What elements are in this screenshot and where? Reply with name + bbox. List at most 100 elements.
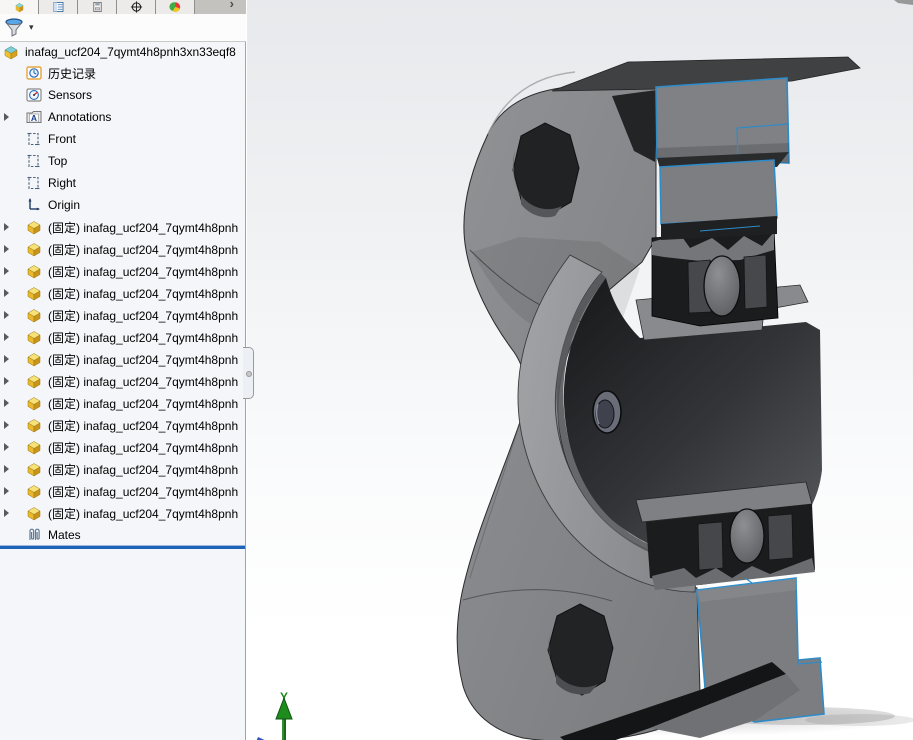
panel-tab-bar: › <box>0 0 246 14</box>
featuremanager-tree-icon <box>13 1 26 13</box>
tree-item-component[interactable]: (固定) inafag_ucf204_7qymt4h8pnh <box>0 282 245 304</box>
tree-item-origin[interactable]: Origin <box>0 194 245 216</box>
tree-item-plane-front[interactable]: Front <box>0 128 245 150</box>
tab-dimxpert-manager[interactable] <box>117 0 156 14</box>
sensors-label: Sensors <box>48 88 92 102</box>
bearing-section-top[interactable] <box>652 229 778 326</box>
component-label: (固定) inafag_ucf204_7qymt4h8pnh <box>48 439 238 456</box>
origin-icon <box>26 197 42 213</box>
expand-arrow-icon[interactable] <box>4 399 9 407</box>
tree-item-component[interactable]: (固定) inafag_ucf204_7qymt4h8pnh <box>0 370 245 392</box>
tree-item-sensors[interactable]: Sensors <box>0 84 245 106</box>
filter-dropdown-caret[interactable]: ▾ <box>29 22 34 33</box>
tab-featuremanager-tree[interactable] <box>0 0 39 14</box>
part-icon <box>26 483 42 499</box>
component-label: (固定) inafag_ucf204_7qymt4h8pnh <box>48 241 238 258</box>
tree-item-history[interactable]: 历史记录 <box>0 62 245 84</box>
expand-arrow-icon[interactable] <box>4 333 9 341</box>
tree-item-component[interactable]: (固定) inafag_ucf204_7qymt4h8pnh <box>0 216 245 238</box>
plane-right-label: Right <box>48 176 76 190</box>
expand-arrow-icon[interactable] <box>4 443 9 451</box>
expand-arrow-icon[interactable] <box>4 377 9 385</box>
tab-bar-filler <box>195 0 246 14</box>
tree-item-component[interactable]: (固定) inafag_ucf204_7qymt4h8pnh <box>0 414 245 436</box>
bearing-section-bottom[interactable] <box>636 482 815 590</box>
expand-arrow-icon[interactable] <box>4 311 9 319</box>
part-icon <box>26 439 42 455</box>
expand-arrow-icon[interactable] <box>4 113 9 121</box>
graphics-viewport[interactable]: Y <box>247 0 913 740</box>
tree-item-component[interactable]: (固定) inafag_ucf204_7qymt4h8pnh <box>0 480 245 502</box>
annotations-folder-icon: A <box>26 109 42 125</box>
tree-item-annotations[interactable]: A Annotations <box>0 106 245 128</box>
component-label: (固定) inafag_ucf204_7qymt4h8pnh <box>48 219 238 236</box>
display-manager-icon <box>169 1 182 13</box>
expand-arrow-icon[interactable] <box>4 245 9 253</box>
tree-item-plane-right[interactable]: Right <box>0 172 245 194</box>
origin-label: Origin <box>48 198 80 212</box>
tree-root-assembly[interactable]: inafag_ucf204_7qymt4h8pnh3xn33eqf8 <box>0 42 245 62</box>
part-icon <box>26 329 42 345</box>
sensors-icon <box>26 87 42 103</box>
expand-arrow-icon[interactable] <box>4 223 9 231</box>
expand-arrow-icon[interactable] <box>4 267 9 275</box>
expand-arrow-icon[interactable] <box>4 509 9 517</box>
part-icon <box>26 417 42 433</box>
setscrew-hole[interactable] <box>593 391 621 433</box>
model-canvas[interactable]: Y <box>247 0 913 740</box>
part-icon <box>26 351 42 367</box>
tree-item-plane-top[interactable]: Top <box>0 150 245 172</box>
component-label: (固定) inafag_ucf204_7qymt4h8pnh <box>48 505 238 522</box>
tab-display-manager[interactable] <box>156 0 195 14</box>
tree-item-component[interactable]: (固定) inafag_ucf204_7qymt4h8pnh <box>0 326 245 348</box>
part-icon <box>26 241 42 257</box>
property-manager-icon <box>52 1 65 13</box>
tree-item-component[interactable]: (固定) inafag_ucf204_7qymt4h8pnh <box>0 502 245 524</box>
component-label: (固定) inafag_ucf204_7qymt4h8pnh <box>48 373 238 390</box>
configuration-manager-icon <box>91 1 104 13</box>
orientation-triad: Y <box>256 690 292 740</box>
tab-configuration-manager[interactable] <box>78 0 117 14</box>
expand-arrow-icon[interactable] <box>4 289 9 297</box>
expand-arrow-icon[interactable] <box>4 421 9 429</box>
top-bolt-hole[interactable] <box>513 123 579 217</box>
panel-splitter-handle[interactable] <box>243 347 254 399</box>
plane-icon <box>26 153 42 169</box>
part-icon <box>26 505 42 521</box>
tree-item-component[interactable]: (固定) inafag_ucf204_7qymt4h8pnh <box>0 304 245 326</box>
part-icon <box>26 373 42 389</box>
feature-tree: inafag_ucf204_7qymt4h8pnh3xn33eqf8 历史记录 … <box>0 42 245 546</box>
plane-top-label: Top <box>48 154 67 168</box>
component-label: (固定) inafag_ucf204_7qymt4h8pnh <box>48 417 238 434</box>
part-icon <box>26 263 42 279</box>
tree-item-component[interactable]: (固定) inafag_ucf204_7qymt4h8pnh <box>0 458 245 480</box>
splitter-dot <box>246 371 252 377</box>
panel-flyout-chevron[interactable]: › <box>230 0 234 11</box>
part-icon <box>26 395 42 411</box>
filter-funnel-icon[interactable] <box>4 17 26 39</box>
part-icon <box>26 461 42 477</box>
part-icon <box>26 219 42 235</box>
featuremanager-panel: › ▾ inafag_ucf204_7qymt4h8pnh3xn33eqf8 <box>0 0 246 740</box>
rollback-bar[interactable] <box>0 546 245 549</box>
mates-paperclip-icon <box>26 527 42 543</box>
component-label: (固定) inafag_ucf204_7qymt4h8pnh <box>48 285 238 302</box>
tree-item-mates[interactable]: Mates <box>0 524 245 546</box>
tree-item-component[interactable]: (固定) inafag_ucf204_7qymt4h8pnh <box>0 238 245 260</box>
history-label: 历史记录 <box>48 65 96 82</box>
expand-arrow-icon[interactable] <box>4 465 9 473</box>
tree-filter-bar: ▾ <box>0 14 246 42</box>
section-face-top[interactable] <box>656 78 789 240</box>
tree-item-component[interactable]: (固定) inafag_ucf204_7qymt4h8pnh <box>0 348 245 370</box>
expand-arrow-icon[interactable] <box>4 487 9 495</box>
tab-property-manager[interactable] <box>39 0 78 14</box>
tree-item-component[interactable]: (固定) inafag_ucf204_7qymt4h8pnh <box>0 260 245 282</box>
tree-item-component[interactable]: (固定) inafag_ucf204_7qymt4h8pnh <box>0 436 245 458</box>
plane-icon <box>26 131 42 147</box>
part-icon <box>26 285 42 301</box>
component-label: (固定) inafag_ucf204_7qymt4h8pnh <box>48 263 238 280</box>
component-label: (固定) inafag_ucf204_7qymt4h8pnh <box>48 395 238 412</box>
expand-arrow-icon[interactable] <box>4 355 9 363</box>
tree-item-component[interactable]: (固定) inafag_ucf204_7qymt4h8pnh <box>0 392 245 414</box>
bottom-bolt-hole[interactable] <box>548 604 613 695</box>
